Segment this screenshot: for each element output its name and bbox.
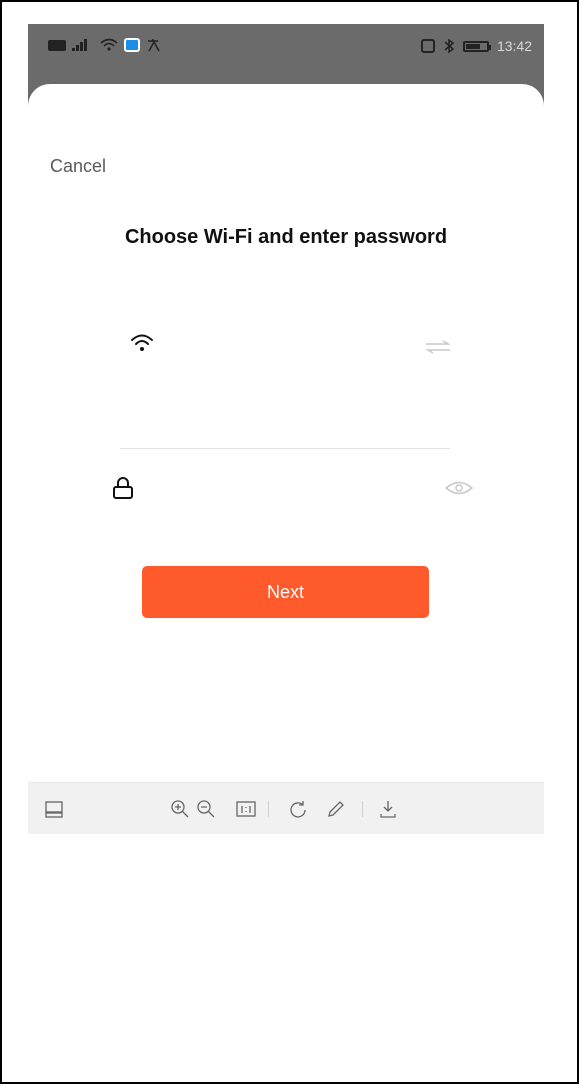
battery-icon — [462, 40, 491, 52]
zoom-out-icon[interactable] — [196, 799, 216, 819]
wifi-icon — [131, 334, 153, 351]
thumbnail-icon[interactable] — [44, 799, 64, 819]
password-input[interactable] — [154, 472, 404, 502]
eye-icon[interactable] — [444, 480, 474, 496]
toolbar-separator — [268, 801, 269, 817]
zoom-in-icon[interactable] — [170, 799, 190, 819]
image-viewer-toolbar — [28, 782, 544, 834]
cancel-button[interactable]: Cancel — [50, 156, 106, 177]
cellular-signal-icon — [72, 39, 94, 51]
wifi-config-sheet: Cancel Choose Wi-Fi and enter password N… — [28, 84, 544, 1044]
bluetooth-icon — [444, 38, 455, 54]
status-time: 13:42 — [496, 38, 532, 54]
status-bar-left — [48, 38, 162, 52]
status-bar-right: 13:42 — [420, 38, 532, 54]
swap-arrows-icon[interactable] — [424, 340, 452, 354]
rotate-icon[interactable] — [288, 799, 308, 819]
next-button[interactable]: Next — [142, 566, 429, 618]
translate-icon — [148, 39, 160, 52]
phone-screen: 13:42 Cancel Choose Wi-Fi and enter pass… — [28, 24, 544, 1044]
field-divider — [120, 448, 450, 449]
download-icon[interactable] — [378, 799, 398, 819]
lock-icon — [113, 477, 133, 499]
nfc-icon — [420, 39, 435, 53]
toolbar-separator — [362, 801, 363, 817]
wifi-signal-icon — [100, 38, 118, 51]
edit-icon[interactable] — [326, 799, 346, 819]
page-title: Choose Wi-Fi and enter password — [124, 226, 448, 248]
password-row — [110, 468, 480, 508]
actual-size-icon[interactable] — [236, 799, 256, 819]
hd-icon — [48, 39, 66, 51]
screenshot-frame: 13:42 Cancel Choose Wi-Fi and enter pass… — [0, 0, 579, 1084]
app-notification-icon — [124, 38, 140, 52]
wifi-network-row[interactable] — [120, 324, 452, 390]
